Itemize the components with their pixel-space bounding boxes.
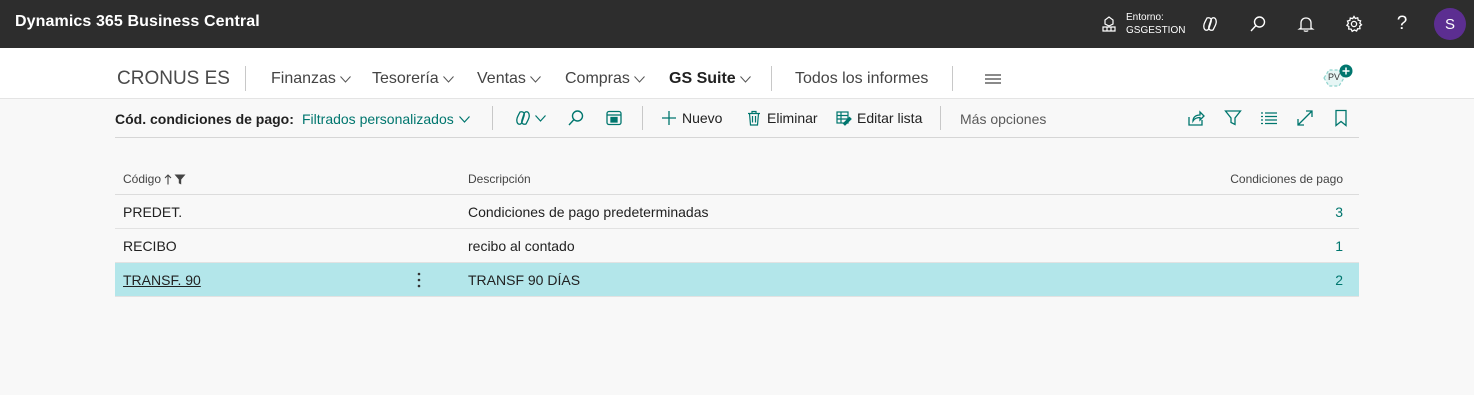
nav-item-compras[interactable]: Compras — [565, 70, 645, 88]
nav-divider — [245, 66, 246, 91]
avatar[interactable]: S — [1434, 8, 1466, 40]
search-icon[interactable] — [1246, 12, 1270, 36]
share-button[interactable] — [1187, 108, 1205, 128]
nav-divider — [771, 66, 772, 91]
environment-indicator[interactable]: Entorno: GSGESTION — [1100, 10, 1185, 38]
share-icon — [1188, 110, 1205, 126]
top-bar: Dynamics 365 Business Central Entorno: G… — [0, 0, 1474, 48]
environment-label: Entorno: — [1126, 12, 1164, 23]
search-icon — [568, 110, 584, 126]
new-button-label: Nuevo — [682, 110, 723, 126]
more-options-button[interactable]: Más opciones — [960, 111, 1046, 127]
column-header-code[interactable]: Código — [123, 172, 186, 186]
chevron-down-icon — [739, 75, 751, 83]
cell-description[interactable]: TRANSF 90 DÍAS — [468, 272, 580, 288]
company-name[interactable]: CRONUS ES — [117, 68, 230, 90]
profile-badge[interactable]: PV — [1316, 64, 1356, 94]
delete-button[interactable]: Eliminar — [746, 110, 818, 126]
nav-item-label: Compras — [565, 70, 630, 87]
delete-button-label: Eliminar — [767, 110, 818, 126]
chevron-down-icon — [634, 75, 645, 83]
cell-description[interactable]: Condiciones de pago predeterminadas — [468, 204, 709, 220]
chevron-down-icon — [458, 115, 470, 123]
table-header: Código Descripción Condiciones de pago — [115, 162, 1359, 195]
nav-item-finanzas[interactable]: Finanzas — [271, 70, 351, 88]
nav-item-label: GS Suite — [669, 70, 736, 87]
trash-icon — [748, 110, 760, 126]
edit-list-button[interactable]: Editar lista — [836, 110, 922, 126]
chevron-down-icon — [340, 75, 351, 83]
toolbar-divider — [492, 106, 493, 130]
payment-terms-table: Código Descripción Condiciones de pago P… — [115, 162, 1359, 297]
analysis-icon — [606, 110, 622, 126]
expand-icon — [1297, 110, 1313, 126]
filter-icon — [1224, 110, 1242, 126]
nav-divider — [952, 66, 953, 91]
filter-icon — [174, 174, 186, 184]
column-header-label: Código — [123, 172, 162, 186]
cell-code-link[interactable]: TRANSF. 90 — [123, 272, 201, 288]
edit-list-button-label: Editar lista — [857, 110, 923, 126]
nav-item-label: Ventas — [477, 70, 526, 87]
nav-item-label: Tesorería — [372, 70, 439, 87]
copilot-icon — [516, 111, 530, 125]
column-header-payment-terms[interactable]: Condiciones de pago — [1230, 172, 1343, 186]
list-icon — [1261, 112, 1277, 125]
nav-item-label: Finanzas — [271, 70, 336, 87]
navigation-bar: CRONUS ES Finanzas Tesorería Ventas Comp… — [0, 48, 1474, 99]
help-icon[interactable]: ? — [1390, 12, 1414, 36]
environment-value: GSGESTION — [1126, 25, 1186, 36]
cell-payment-terms[interactable]: 3 — [1335, 204, 1343, 220]
filter-view-label: Filtrados personalizados — [302, 111, 454, 127]
toolbar-divider — [642, 106, 643, 130]
nav-item-todos-los-informes[interactable]: Todos los informes — [795, 70, 928, 88]
chevron-down-icon — [530, 75, 541, 83]
cell-payment-terms[interactable]: 2 — [1335, 272, 1343, 288]
copilot-menu-button[interactable] — [514, 108, 546, 128]
search-button[interactable] — [567, 108, 585, 128]
cell-code[interactable]: PREDET. — [123, 204, 182, 220]
app-title[interactable]: Dynamics 365 Business Central — [15, 13, 260, 31]
gear-icon[interactable] — [1342, 12, 1366, 36]
copilot-icon[interactable] — [1198, 12, 1222, 36]
table-row[interactable]: PREDET. Condiciones de pago predetermina… — [115, 195, 1359, 229]
chevron-down-icon — [535, 114, 546, 122]
filter-pane-button[interactable] — [1224, 108, 1242, 128]
row-actions-icon[interactable] — [415, 271, 423, 289]
sort-ascending-icon — [164, 173, 172, 184]
nav-item-tesoreria[interactable]: Tesorería — [372, 70, 454, 88]
bookmark-button[interactable] — [1332, 108, 1350, 128]
toolbar-divider — [940, 106, 941, 130]
cell-description[interactable]: recibo al contado — [468, 238, 575, 254]
action-bar: Cód. condiciones de pago: Filtrados pers… — [115, 99, 1359, 138]
profile-badge-text: PV — [1327, 72, 1340, 82]
page-title: Cód. condiciones de pago: — [115, 111, 294, 127]
filter-view-selector[interactable]: Filtrados personalizados — [302, 111, 470, 127]
expand-button[interactable] — [1296, 108, 1314, 128]
nav-item-gs-suite[interactable]: GS Suite — [669, 70, 751, 88]
analysis-mode-button[interactable] — [605, 108, 623, 128]
bell-icon[interactable] — [1294, 12, 1318, 36]
column-header-description[interactable]: Descripción — [468, 172, 531, 186]
plus-icon — [662, 111, 676, 125]
list-view-button[interactable] — [1260, 108, 1278, 128]
chevron-down-icon — [442, 75, 454, 83]
table-row[interactable]: RECIBO recibo al contado 1 — [115, 229, 1359, 263]
edit-list-icon — [836, 111, 852, 126]
hamburger-menu-icon[interactable] — [985, 73, 1001, 85]
bookmark-icon — [1335, 109, 1347, 127]
cell-code[interactable]: RECIBO — [123, 238, 177, 254]
nav-item-label: Todos los informes — [795, 70, 929, 87]
new-button[interactable]: Nuevo — [661, 110, 722, 126]
environment-icon — [1102, 16, 1116, 32]
nav-item-ventas[interactable]: Ventas — [477, 70, 541, 88]
table-row-selected[interactable]: TRANSF. 90 TRANSF 90 DÍAS 2 — [115, 263, 1359, 297]
cell-payment-terms[interactable]: 1 — [1335, 238, 1343, 254]
